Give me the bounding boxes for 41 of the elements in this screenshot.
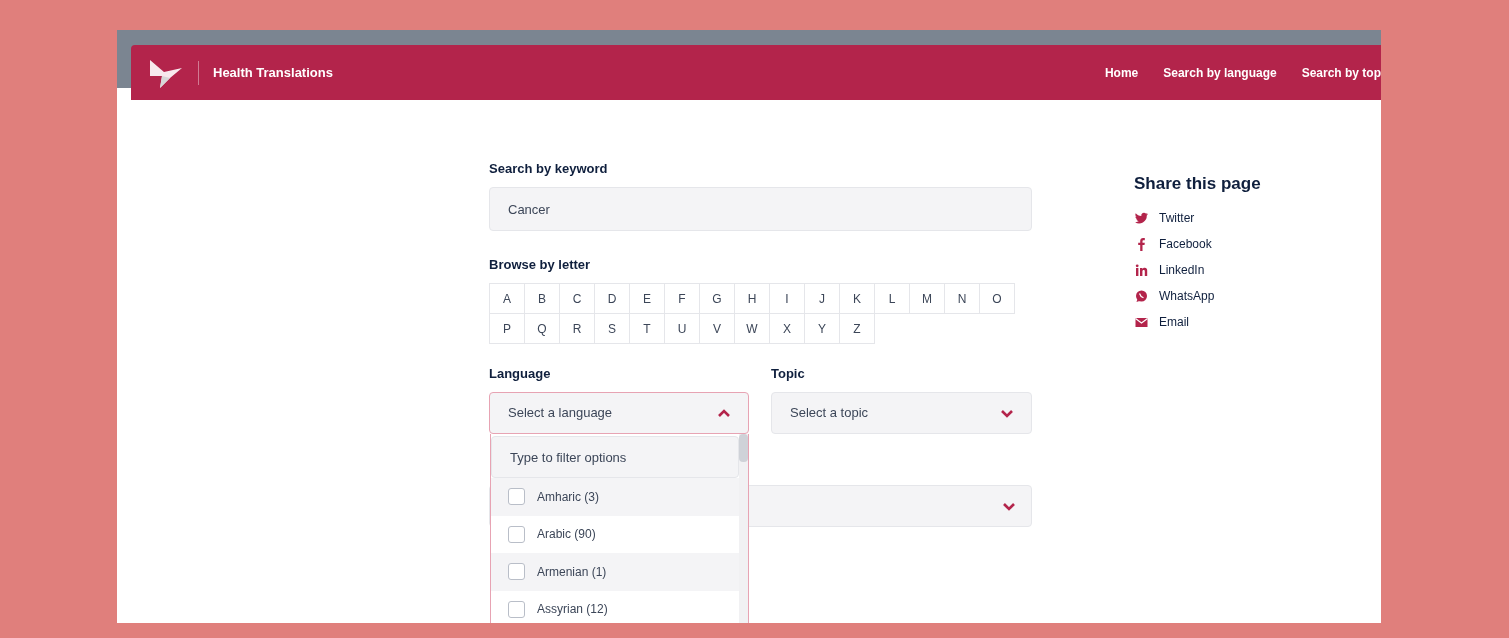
share-link[interactable]: WhatsApp — [1134, 287, 1261, 305]
scrollbar[interactable] — [739, 434, 748, 623]
linkedin-icon — [1134, 262, 1149, 278]
language-option[interactable]: Amharic (3) — [491, 478, 739, 516]
letter-button[interactable]: Z — [839, 313, 875, 344]
whatsapp-icon — [1134, 288, 1149, 304]
site-title[interactable]: Health Translations — [213, 62, 333, 83]
topic-select[interactable]: Select a topic — [771, 392, 1032, 434]
chevron-icon — [1001, 407, 1013, 419]
share-link[interactable]: Facebook — [1134, 235, 1261, 253]
letter-button[interactable]: O — [979, 283, 1015, 314]
field-label: Language — [489, 366, 552, 382]
filter-field[interactable]: Type to filter options — [491, 436, 739, 478]
logo-icon — [148, 57, 184, 88]
nav-link[interactable]: Home — [1104, 63, 1139, 82]
chevron-icon — [1003, 500, 1015, 512]
field-label: Search by keyword — [489, 161, 609, 177]
checkbox[interactable] — [508, 525, 525, 543]
letter-button[interactable]: L — [874, 283, 910, 314]
checkbox[interactable] — [508, 488, 525, 506]
field-label: Browse by letter — [489, 257, 592, 273]
letter-button[interactable]: P — [489, 313, 525, 344]
checkbox[interactable] — [508, 600, 525, 618]
letter-button[interactable]: A — [489, 283, 525, 314]
checkbox[interactable] — [508, 563, 525, 581]
select-placeholder: Select a language — [508, 404, 614, 423]
language-option[interactable]: Armenian (1) — [491, 553, 739, 591]
nav-link[interactable]: Search by top — [1301, 63, 1381, 82]
share-link[interactable]: Twitter — [1134, 209, 1261, 227]
twitter-icon — [1134, 210, 1149, 226]
nav-link[interactable]: Search by language — [1163, 63, 1277, 82]
letter-button[interactable]: N — [944, 283, 980, 314]
field-label: Topic — [771, 366, 806, 382]
share-heading: Share this page — [1134, 174, 1261, 194]
share-link[interactable]: LinkedIn — [1134, 261, 1261, 279]
share-link[interactable]: Email — [1134, 313, 1261, 331]
chevron-icon — [718, 407, 730, 419]
keyword-field[interactable]: Cancer — [489, 187, 1032, 231]
letter-button[interactable]: M — [909, 283, 945, 314]
select-placeholder: Select a topic — [790, 404, 870, 423]
language-select[interactable]: Select a language — [489, 392, 749, 434]
